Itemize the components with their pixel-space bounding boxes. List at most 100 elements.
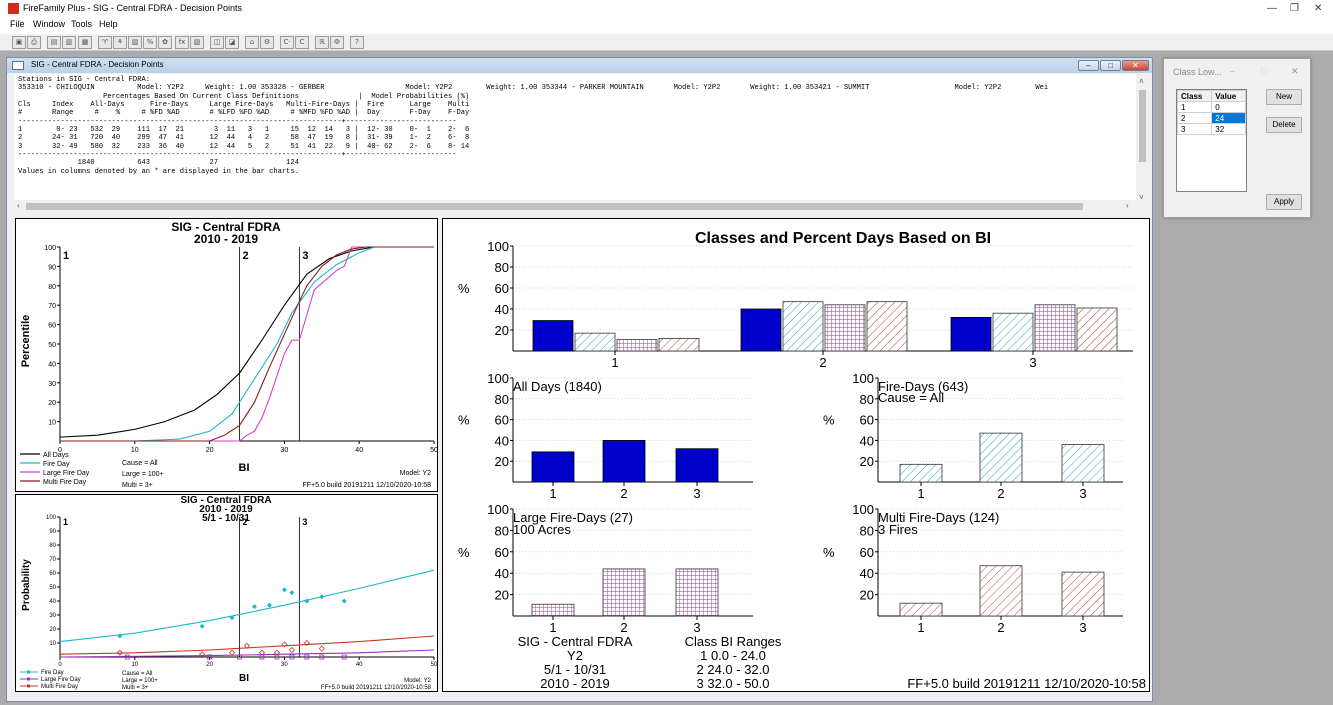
scroll-left-icon[interactable]: ‹	[17, 201, 20, 210]
range-icon[interactable]: C	[295, 36, 309, 49]
menu-window[interactable]: Window	[33, 19, 65, 29]
class-marker-label: 2	[243, 517, 248, 527]
bar-y-tick-label: 80	[495, 523, 509, 538]
export-icon[interactable]: ▤	[47, 36, 61, 49]
table-row[interactable]: 2 24	[1176, 112, 1246, 124]
class-icon[interactable]: ⚙	[260, 36, 274, 49]
legend-label: Fire Day	[43, 461, 70, 468]
decision-edit-icon[interactable]: Ф	[330, 36, 344, 49]
help-icon[interactable]: ?	[350, 36, 364, 49]
fx-icon[interactable]: ✿	[158, 36, 172, 49]
horizontal-scroll-thumb[interactable]	[26, 203, 1083, 210]
line-icon[interactable]: ◫	[210, 36, 224, 49]
report-line: Cls Index All-Days Fire-Days Large Fire-…	[18, 101, 470, 110]
settings-icon[interactable]: ⌂	[245, 36, 259, 49]
percent-icon[interactable]: ▧	[128, 36, 142, 49]
bar-y-tick-label: 100	[852, 502, 874, 517]
map-icon[interactable]: ◪	[225, 36, 239, 49]
class-marker-label: 3	[302, 517, 307, 527]
footer-range-3: 3 32.0 - 50.0	[697, 676, 770, 691]
probability-note-cause: Cause = All	[122, 671, 153, 677]
class-marker-label: 1	[63, 517, 68, 527]
bar-icon[interactable]: ▨	[190, 36, 204, 49]
bar	[675, 448, 719, 483]
probability-y-label: Probability	[21, 559, 32, 611]
bar	[616, 339, 658, 352]
probability-y-tick-label: 50	[49, 585, 56, 591]
save-icon[interactable]: ▣	[12, 36, 26, 49]
table-row[interactable]: 3 32	[1176, 123, 1246, 135]
class-edit-icon[interactable]: C·	[280, 36, 294, 49]
bar	[899, 602, 943, 617]
bar-category-label: 3	[1029, 355, 1036, 370]
vertical-scroll-thumb[interactable]	[1139, 90, 1146, 162]
legend-label: Multi Fire Day	[43, 479, 87, 486]
value-cell-selected[interactable]: 24	[1211, 112, 1246, 124]
bar-y-tick-label: 80	[860, 392, 874, 407]
close-icon[interactable]: ✕	[1314, 3, 1322, 14]
copy-icon[interactable]: ▥	[62, 36, 76, 49]
bar-y-tick-label: 20	[495, 588, 509, 603]
bar-y-tick-label: 20	[860, 588, 874, 603]
class-window-maximize-icon[interactable]: □	[1261, 66, 1266, 76]
menu-help[interactable]: Help	[99, 19, 118, 29]
value-cell[interactable]: 0	[1211, 101, 1246, 113]
probability-y-tick-label: 30	[49, 613, 56, 619]
probability-note-multi: Multi = 3+	[122, 685, 149, 691]
apply-button[interactable]: Apply	[1266, 194, 1302, 210]
bar-y-tick-label: 20	[495, 323, 509, 338]
fire-icon[interactable]: ♈	[98, 36, 112, 49]
percentile-x-tick-label: 40	[355, 447, 363, 454]
decision-icon[interactable]: ℝ	[315, 36, 329, 49]
probability-y-tick-label: 10	[49, 641, 56, 647]
bar	[950, 317, 992, 352]
menu-file[interactable]: File	[10, 19, 25, 29]
class-column-header[interactable]: Class	[1176, 90, 1213, 102]
percentile-y-tick-label: 10	[48, 420, 56, 427]
bar-y-tick-label: 60	[495, 413, 509, 428]
class-window-minimize-icon[interactable]: –	[1230, 66, 1235, 76]
bar-chart-panel: Classes and Percent Days Based on BI 20 4…	[442, 218, 1150, 692]
table-icon[interactable]: fx	[175, 36, 189, 49]
percentile-note-multi: Multi = 3+	[122, 482, 153, 489]
new-button[interactable]: New	[1266, 89, 1302, 105]
class-cell[interactable]: 3	[1176, 123, 1213, 135]
bar-y-tick-label: 60	[495, 281, 509, 296]
menu-tools[interactable]: Tools	[71, 19, 92, 29]
probability-x-tick-label: 50	[431, 662, 437, 668]
delete-button[interactable]: Delete	[1266, 117, 1302, 133]
class-window-close-icon[interactable]: ✕	[1291, 66, 1299, 77]
value-cell[interactable]: 32	[1211, 123, 1246, 135]
window-minimize-button[interactable]: –	[1078, 60, 1099, 71]
window-close-button[interactable]: ✕	[1122, 60, 1149, 71]
chart-icon[interactable]: ⚘	[113, 36, 127, 49]
window-icon	[12, 61, 24, 70]
probability-note-large: Large = 100+	[122, 678, 158, 684]
weather-icon[interactable]: %	[143, 36, 157, 49]
value-column-header[interactable]: Value	[1211, 90, 1246, 102]
percentile-y-tick-label: 80	[48, 284, 56, 291]
probability-point	[318, 645, 325, 652]
class-cell[interactable]: 2	[1176, 112, 1213, 124]
probability-y-tick-label: 90	[49, 529, 56, 535]
window-maximize-button[interactable]: □	[1100, 60, 1121, 71]
report-line: Values in columns denoted by an * are di…	[18, 167, 299, 176]
probability-chart: SIG - Central FDRA 2010 - 2019 5/1 - 10/…	[20, 495, 437, 691]
probability-build: FF+5.0 build 20191211 12/10/2020-10:58	[321, 685, 432, 691]
legend-marker	[27, 677, 30, 681]
report-line: Stations in SIG - Central FDRA:	[18, 76, 150, 84]
minimize-icon[interactable]: —	[1267, 3, 1277, 14]
view-icon[interactable]: ▦	[78, 36, 92, 49]
footer-period: 5/1 - 10/31	[544, 662, 606, 677]
subtitle-fire-cause: Cause = All	[878, 390, 944, 405]
scroll-down-icon[interactable]: ˅	[1139, 193, 1144, 202]
print-icon[interactable]: ⎙	[27, 36, 41, 49]
bar	[740, 308, 782, 352]
scroll-right-icon[interactable]: ›	[1126, 201, 1129, 210]
restore-icon[interactable]: ❐	[1290, 3, 1299, 14]
class-cell[interactable]: 1	[1176, 101, 1213, 113]
report-text-panel[interactable]: Stations in SIG - Central FDRA: 353310 -…	[14, 74, 1136, 200]
scroll-up-icon[interactable]: ˄	[1139, 77, 1144, 86]
table-row[interactable]: 10	[1176, 101, 1246, 113]
bar	[602, 439, 646, 483]
